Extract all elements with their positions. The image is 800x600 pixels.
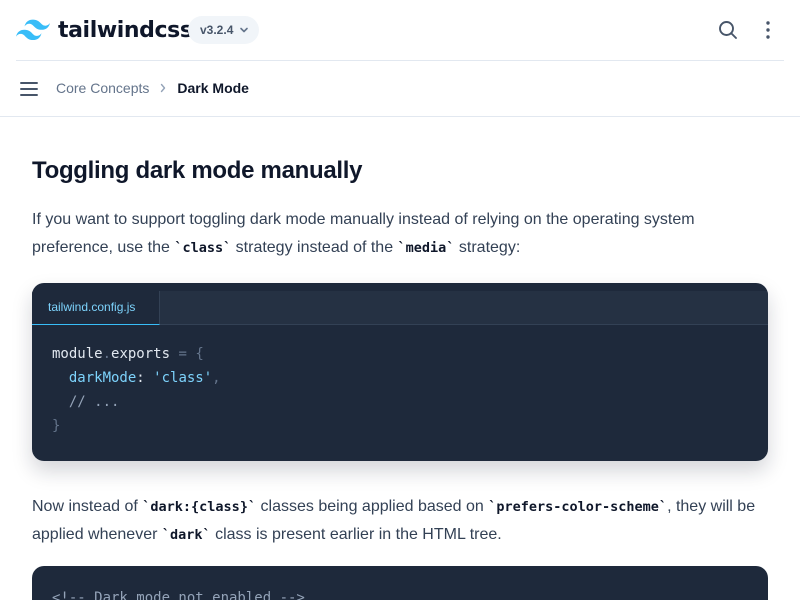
search-icon[interactable] bbox=[716, 18, 740, 42]
chevron-down-icon bbox=[240, 27, 249, 33]
inline-code: `class` bbox=[174, 240, 232, 256]
code-block: tailwind.config.js module.exports = { da… bbox=[32, 283, 768, 461]
breadcrumb-bar: Core Concepts Dark Mode bbox=[0, 61, 800, 117]
paragraph-text: Now instead of bbox=[32, 498, 143, 515]
tailwind-logo-icon bbox=[16, 19, 50, 41]
paragraph-text: strategy instead of the bbox=[231, 239, 398, 256]
version-label: v3.2.4 bbox=[200, 23, 234, 37]
chevron-right-icon bbox=[161, 83, 166, 93]
inline-code: `media` bbox=[397, 240, 455, 256]
inline-code: `dark` bbox=[161, 527, 211, 543]
top-navbar: tailwindcss v3.2.4 bbox=[0, 0, 800, 61]
paragraph-text: strategy: bbox=[454, 239, 521, 256]
code-token: darkMode bbox=[68, 370, 137, 386]
code-token: = { bbox=[170, 346, 204, 362]
followup-paragraph: Now instead of `dark:{class}` classes be… bbox=[32, 493, 768, 549]
section-heading: Toggling dark mode manually bbox=[32, 157, 363, 184]
code-file-tab[interactable]: tailwind.config.js bbox=[32, 291, 160, 325]
code-comment: // ... bbox=[68, 394, 120, 410]
code-token: exports bbox=[111, 346, 171, 362]
breadcrumb-parent[interactable]: Core Concepts bbox=[56, 80, 149, 96]
more-vertical-icon[interactable] bbox=[756, 18, 780, 42]
inline-code: `prefers-color-scheme` bbox=[488, 499, 668, 515]
code-token: 'class' bbox=[153, 370, 213, 386]
paragraph-text: classes being applied based on bbox=[256, 498, 489, 515]
code-filename: tailwind.config.js bbox=[48, 300, 136, 314]
menu-icon[interactable] bbox=[18, 78, 40, 100]
code-block-2: <!-- Dark mode not enabled --> bbox=[32, 566, 768, 600]
brand-name: tailwindcss bbox=[58, 17, 193, 43]
code-token: : bbox=[136, 370, 154, 386]
code-token: } bbox=[52, 418, 61, 434]
code-token: , bbox=[212, 370, 221, 386]
paragraph-text: class is present earlier in the HTML tre… bbox=[210, 526, 502, 543]
breadcrumb: Core Concepts Dark Mode bbox=[56, 80, 249, 96]
inline-code: `dark:{class}` bbox=[142, 499, 257, 515]
code-token: . bbox=[102, 346, 112, 362]
code-comment: <!-- Dark mode not enabled --> bbox=[52, 590, 305, 600]
version-switcher[interactable]: v3.2.4 bbox=[188, 16, 260, 44]
intro-paragraph: If you want to support toggling dark mod… bbox=[32, 206, 768, 262]
code-token: module bbox=[52, 346, 103, 362]
code-content: module.exports = { darkMode: 'class', //… bbox=[52, 342, 221, 438]
breadcrumb-current: Dark Mode bbox=[177, 80, 249, 96]
brand-home-link[interactable]: tailwindcss bbox=[16, 17, 193, 43]
